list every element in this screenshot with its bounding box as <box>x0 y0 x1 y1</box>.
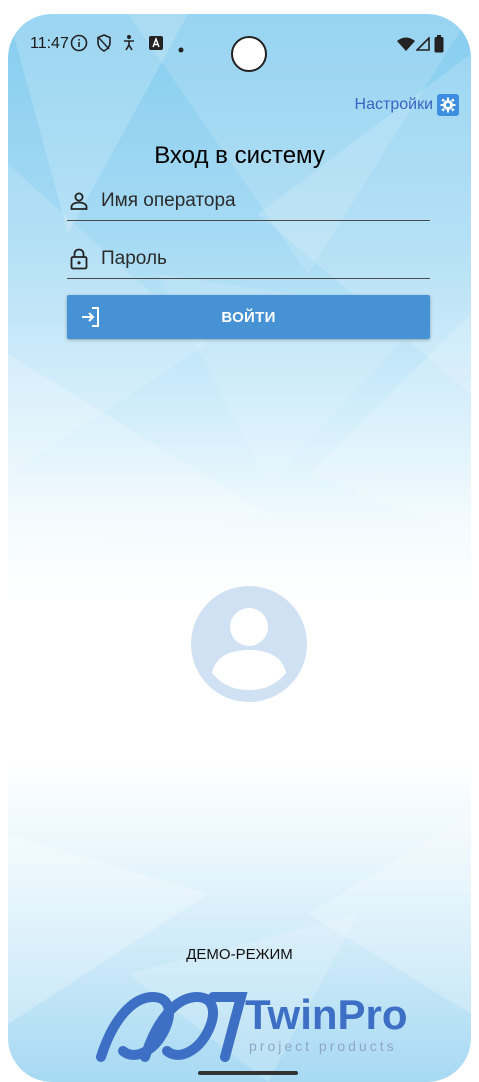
battery-icon <box>434 35 444 58</box>
logo-brand: TwinPro <box>245 991 408 1038</box>
lock-icon <box>67 247 91 271</box>
demo-mode-label: ДЕМО-РЕЖИМ <box>186 946 293 963</box>
avatar <box>190 585 308 703</box>
phone-screen: 11:47 Настройки Вход в систему Имя опера… <box>8 14 471 1082</box>
signal-icon <box>415 36 430 56</box>
twinpro-logo: TwinPro project products <box>93 979 423 1069</box>
password-input[interactable] <box>99 247 430 271</box>
settings-label: Настройки <box>354 96 433 113</box>
logo-tagline: project products <box>249 1038 397 1054</box>
home-indicator[interactable] <box>198 1071 298 1075</box>
settings-button[interactable]: Настройки <box>355 94 459 116</box>
status-time: 11:47 <box>30 35 69 52</box>
shield-icon <box>96 34 112 57</box>
status-bar: 11:47 <box>8 32 471 58</box>
info-icon <box>70 34 88 57</box>
gear-icon <box>437 94 459 116</box>
username-field[interactable] <box>67 182 430 221</box>
username-input[interactable] <box>99 189 430 213</box>
page-title: Вход в систему <box>154 142 325 169</box>
password-field[interactable] <box>67 240 430 279</box>
person-icon <box>67 189 91 213</box>
login-button[interactable]: ВОЙТИ <box>67 295 430 339</box>
wifi-icon <box>397 37 415 56</box>
accessibility-icon <box>122 34 136 57</box>
background-pattern <box>8 14 471 1082</box>
dot-icon <box>178 40 184 58</box>
a-badge-icon <box>148 34 164 57</box>
login-button-label: ВОЙТИ <box>221 309 276 326</box>
